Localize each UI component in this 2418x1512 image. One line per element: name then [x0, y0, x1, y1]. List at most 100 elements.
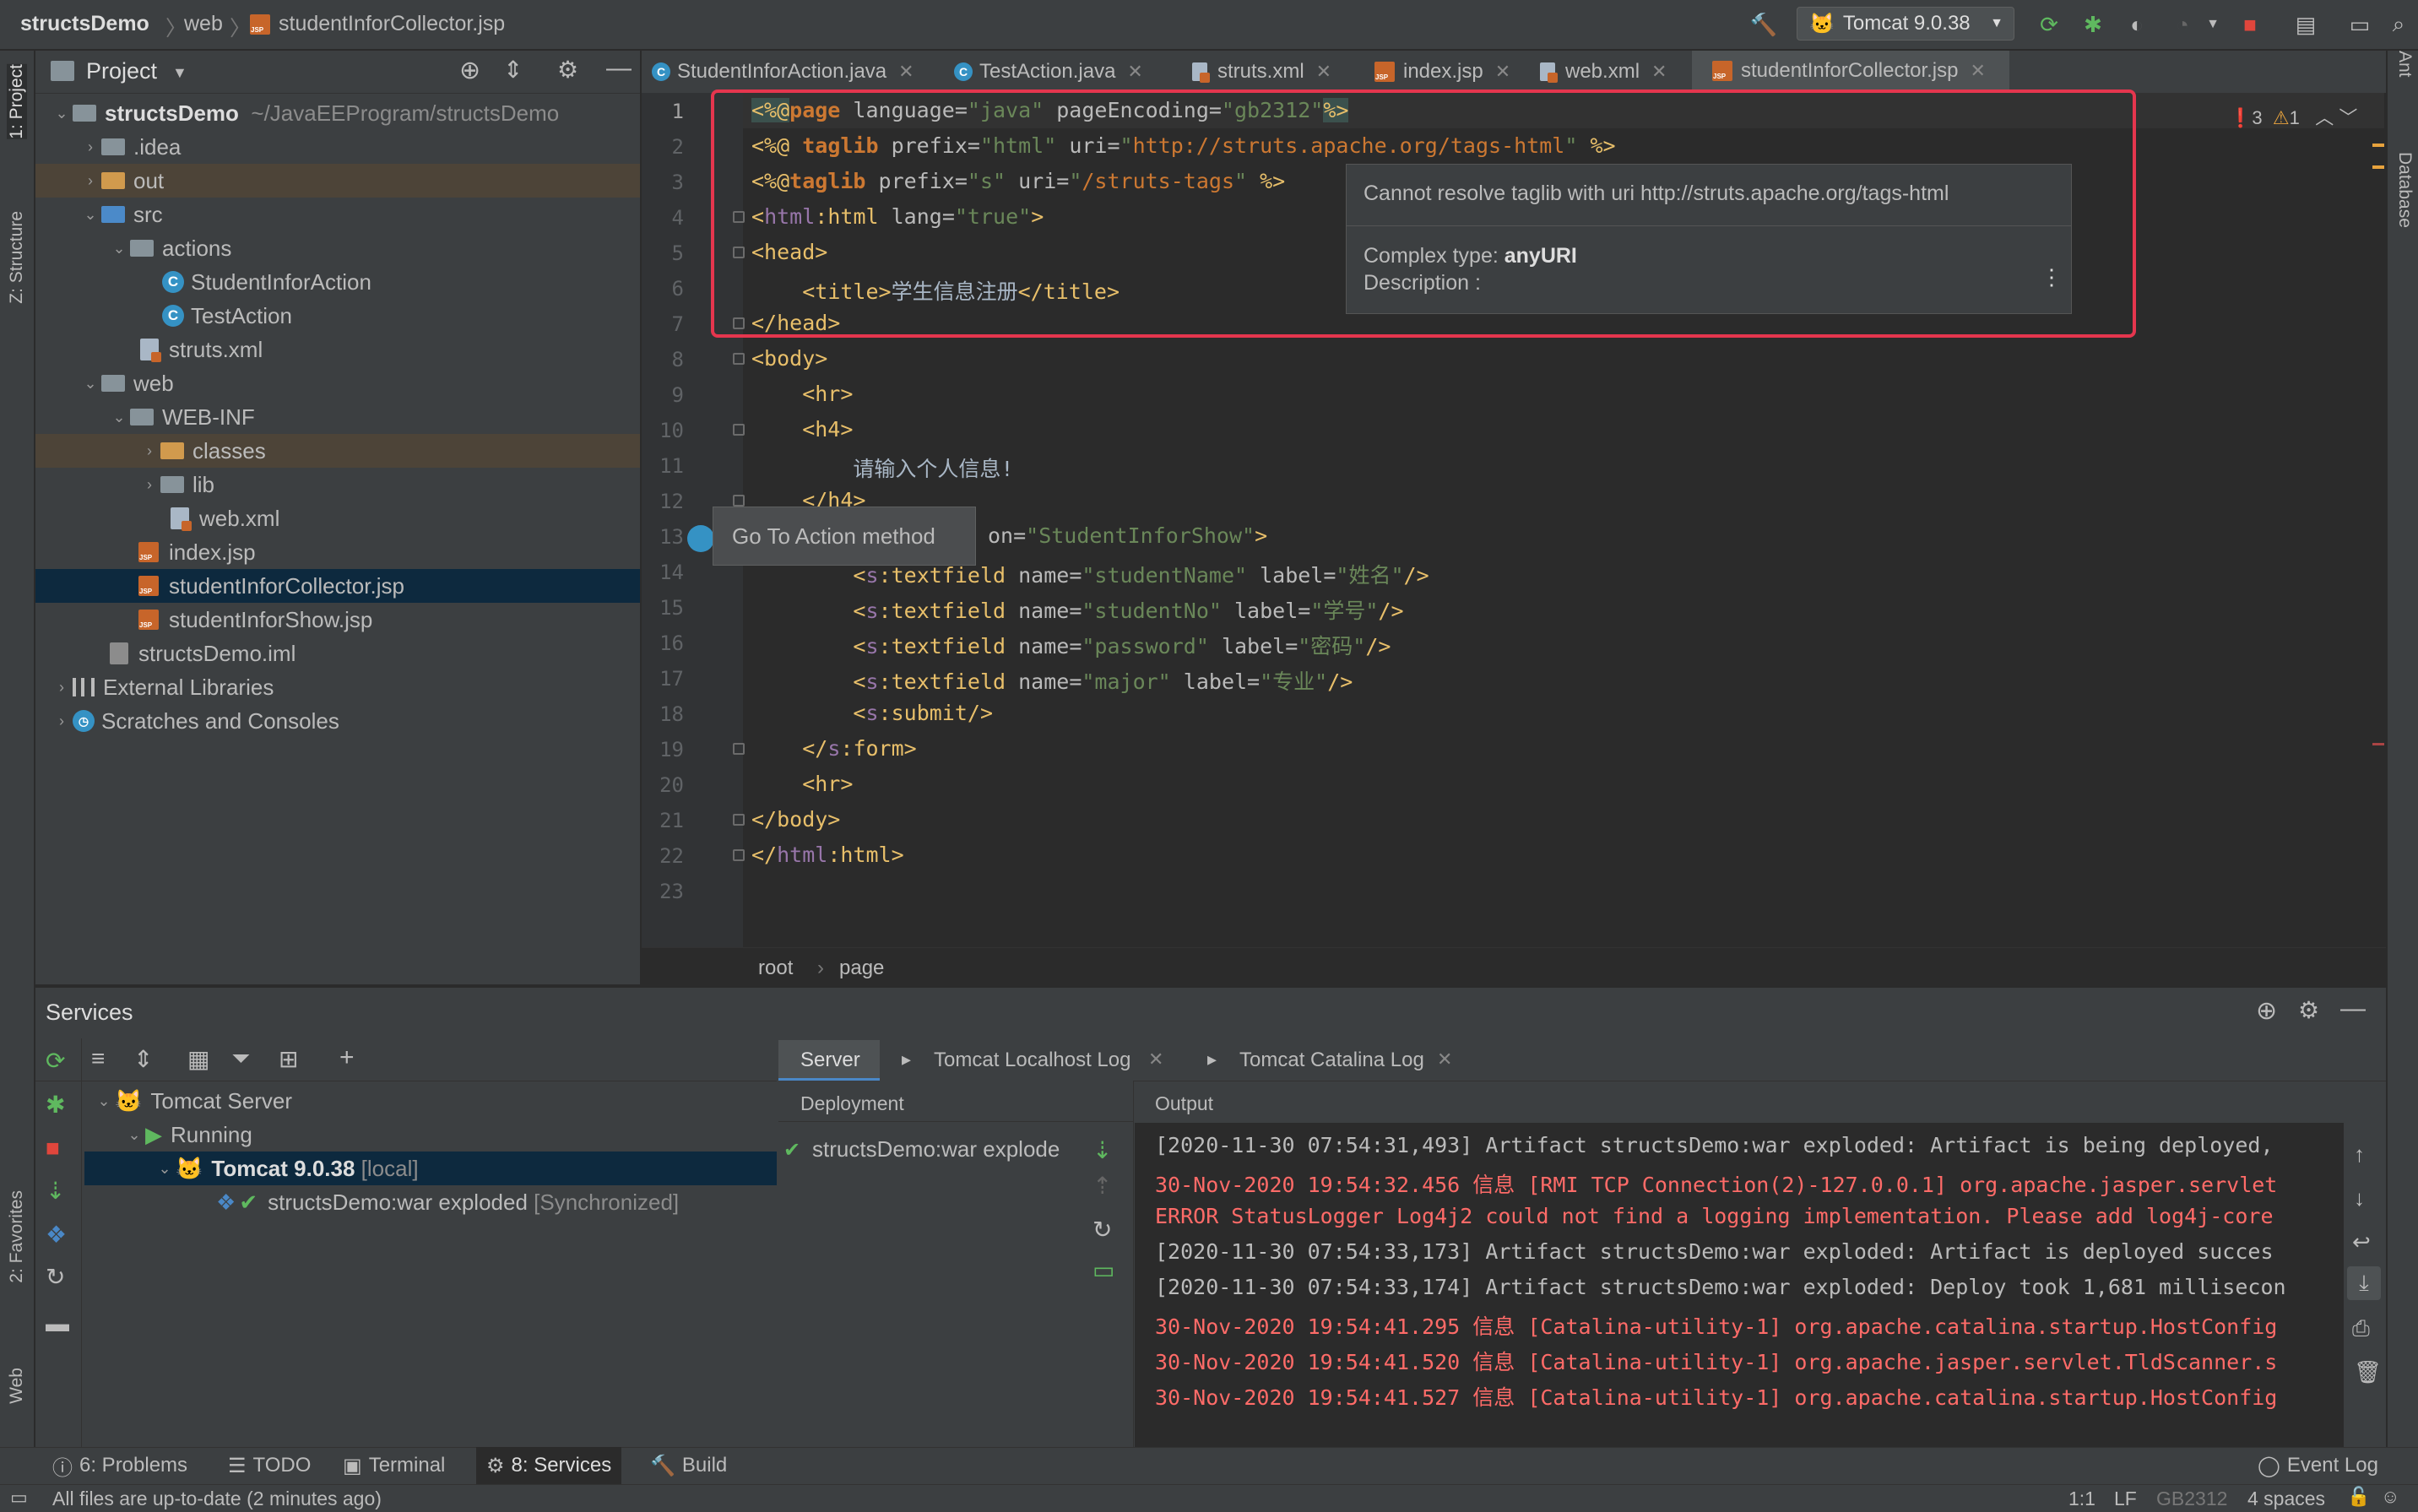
line-separator[interactable]: LF — [2114, 1488, 2137, 1510]
tree-item-actions[interactable]: ⌄ actions — [35, 231, 640, 265]
scrollbar-error-marker[interactable] — [2372, 743, 2384, 745]
tab-catalina-log[interactable]: Tomcat Catalina Log — [1239, 1049, 1424, 1072]
breadcrumb-root[interactable]: root — [758, 957, 793, 980]
new-tab-icon[interactable]: ⊞ — [279, 1045, 298, 1073]
line-number[interactable]: 18 — [642, 702, 684, 726]
line-number[interactable]: 11 — [642, 454, 684, 478]
gear-icon[interactable]: ⚙ — [557, 56, 578, 84]
close-icon[interactable]: ✕ — [1970, 60, 1985, 82]
group-by-icon[interactable]: ▦ — [187, 1045, 209, 1073]
deployment-item[interactable]: structsDemo:war explode — [812, 1136, 1060, 1162]
refresh-icon[interactable]: ↻ — [1092, 1216, 1112, 1244]
build-hammer-icon[interactable]: 🔨 — [1748, 8, 1780, 41]
tab-testaction-java[interactable]: C TestAction.java ✕ — [954, 51, 1163, 93]
chevron-down-icon[interactable]: ▼ — [172, 64, 187, 82]
deploy-all-icon[interactable]: ▭ — [1092, 1256, 1114, 1284]
collapse-all-icon[interactable]: ⇕ — [503, 56, 523, 84]
line-number[interactable]: 21 — [642, 809, 684, 832]
tab-server[interactable]: Server — [800, 1049, 860, 1072]
fold-marker-icon[interactable] — [733, 353, 745, 365]
tool-window-web[interactable]: Web — [7, 1368, 27, 1404]
refresh-icon[interactable]: ↻ — [46, 1263, 65, 1291]
tree-item-structsdemo-iml[interactable]: structsDemo.iml — [35, 637, 640, 670]
tree-item-web-inf[interactable]: ⌄ WEB-INF — [35, 400, 640, 434]
tree-item-classes[interactable]: › classes — [35, 434, 640, 468]
tree-item-src[interactable]: ⌄ src — [35, 198, 640, 231]
line-number[interactable]: 17 — [642, 667, 684, 691]
gear-icon[interactable]: ⚙ — [2298, 996, 2319, 1024]
status-message[interactable]: All files are up-to-date (2 minutes ago) — [52, 1488, 382, 1510]
line-number[interactable]: 5 — [642, 241, 684, 265]
line-number[interactable]: 1 — [642, 100, 684, 123]
hide-panel-icon[interactable]: — — [606, 54, 632, 83]
service-running-group[interactable]: ⌄ ▶ Running — [123, 1118, 252, 1152]
tab-studentinforcollector-jsp[interactable]: studentInforCollector.jsp✕ — [1692, 51, 2009, 93]
line-number[interactable]: 2 — [642, 135, 684, 159]
fold-marker-icon[interactable] — [733, 849, 745, 861]
debug-bug-icon[interactable]: ✱ — [46, 1091, 65, 1119]
close-icon[interactable]: ✕ — [1148, 1049, 1163, 1070]
tree-item-scratches[interactable]: › ◷ Scratches and Consoles — [35, 704, 640, 738]
line-number[interactable]: 13 — [642, 525, 684, 549]
service-tomcat-instance[interactable]: ⌄ 🐱 Tomcat 9.0.38 [local] — [154, 1152, 418, 1185]
deploy-icon[interactable]: ❖ — [46, 1221, 67, 1249]
line-number[interactable]: 10 — [642, 419, 684, 442]
arrow-up-icon[interactable]: ↑ — [2354, 1141, 2365, 1168]
tree-item-struts-xml[interactable]: struts.xml — [35, 333, 640, 366]
inspection-widget[interactable]: ❗3 ⚠1 ︿ ﹀ — [2229, 103, 2357, 130]
stop-icon[interactable]: ■ — [46, 1135, 60, 1162]
more-run-chevron-icon[interactable]: ▼ — [2197, 8, 2229, 41]
tree-item-structsdemo[interactable]: ⌄ structsDemo ~/JavaEEProgram/structsDemo — [35, 96, 640, 130]
chevron-down-icon[interactable]: ﹀ — [2339, 107, 2357, 128]
tool-tab-terminal[interactable]: ▣ Terminal — [343, 1447, 445, 1484]
layout-toggle-icon[interactable]: ▭ — [10, 1487, 28, 1509]
fold-marker-icon[interactable] — [733, 743, 745, 755]
collapse-all-icon[interactable]: ⇕ — [133, 1045, 153, 1073]
undeploy-icon[interactable]: ⇡ — [1092, 1172, 1112, 1200]
chevron-up-icon[interactable]: ︿ — [2315, 107, 2334, 128]
tool-window-project[interactable]: 1: Project — [7, 64, 27, 139]
close-icon[interactable]: ✕ — [898, 61, 914, 83]
line-number[interactable]: 23 — [642, 880, 684, 903]
fold-marker-icon[interactable] — [733, 495, 745, 507]
soft-wrap-icon[interactable]: ↩ — [2352, 1229, 2371, 1255]
line-number[interactable]: 19 — [642, 738, 684, 761]
tree-item-web[interactable]: ⌄ web — [35, 366, 640, 400]
tool-tab-services[interactable]: ⚙ 8: Services — [476, 1447, 622, 1484]
close-icon[interactable]: ✕ — [1495, 61, 1510, 83]
line-number[interactable]: 12 — [642, 490, 684, 513]
lock-icon[interactable]: 🔓 — [2347, 1486, 2370, 1508]
tree-item-studentinforcollector-jsp[interactable]: studentInforCollector.jsp — [35, 569, 640, 603]
filter-icon[interactable]: ⏷ — [231, 1045, 250, 1073]
locate-icon[interactable]: ⊕ — [2256, 996, 2277, 1026]
fold-marker-icon[interactable] — [733, 424, 745, 436]
line-number[interactable]: 4 — [642, 206, 684, 230]
caret-position[interactable]: 1:1 — [2068, 1488, 2095, 1510]
run-configuration-select[interactable]: 🐱 Tomcat 9.0.38 ▼ — [1797, 7, 2014, 41]
tree-item-studentinforshow-jsp[interactable]: studentInforShow.jsp — [35, 603, 640, 637]
add-service-icon[interactable]: + — [339, 1043, 355, 1072]
stop-icon[interactable]: ■ — [2234, 8, 2266, 41]
tool-window-ant[interactable]: Ant — [2394, 51, 2415, 78]
tree-item-studentinforaction[interactable]: C StudentInforAction — [35, 265, 640, 299]
close-icon[interactable]: ✕ — [1127, 61, 1142, 83]
scroll-to-end-icon[interactable]: ⤓ — [2347, 1266, 2381, 1300]
inspector-icon[interactable]: ☺ — [2381, 1486, 2399, 1508]
hide-panel-icon[interactable]: — — [2340, 994, 2366, 1023]
print-icon[interactable]: ⎙ — [2352, 1315, 2370, 1342]
tool-tab-event-log[interactable]: ◯ Event Log — [2258, 1447, 2378, 1484]
trash-icon[interactable]: 🗑 — [2354, 1359, 2382, 1385]
tree-item-idea[interactable]: › .idea — [35, 130, 640, 164]
breadcrumb-file[interactable]: studentInforCollector.jsp — [279, 12, 505, 36]
close-icon[interactable]: ✕ — [1651, 61, 1667, 83]
line-number[interactable]: 14 — [642, 561, 684, 584]
line-number[interactable]: 22 — [642, 844, 684, 868]
tool-window-structure[interactable]: Z: Structure — [7, 211, 27, 304]
tab-index-jsp[interactable]: index.jsp✕ — [1374, 51, 1516, 93]
more-vertical-icon[interactable]: ⋮ — [2041, 264, 2063, 290]
indent-setting[interactable]: 4 spaces — [2247, 1488, 2325, 1510]
tree-item-lib[interactable]: › lib — [35, 468, 640, 501]
tab-web-xml[interactable]: web.xml ✕ — [1540, 51, 1685, 93]
tool-window-favorites[interactable]: 2: Favorites — [7, 1190, 27, 1283]
tool-tab-todo[interactable]: ☰ TODO — [228, 1447, 311, 1484]
